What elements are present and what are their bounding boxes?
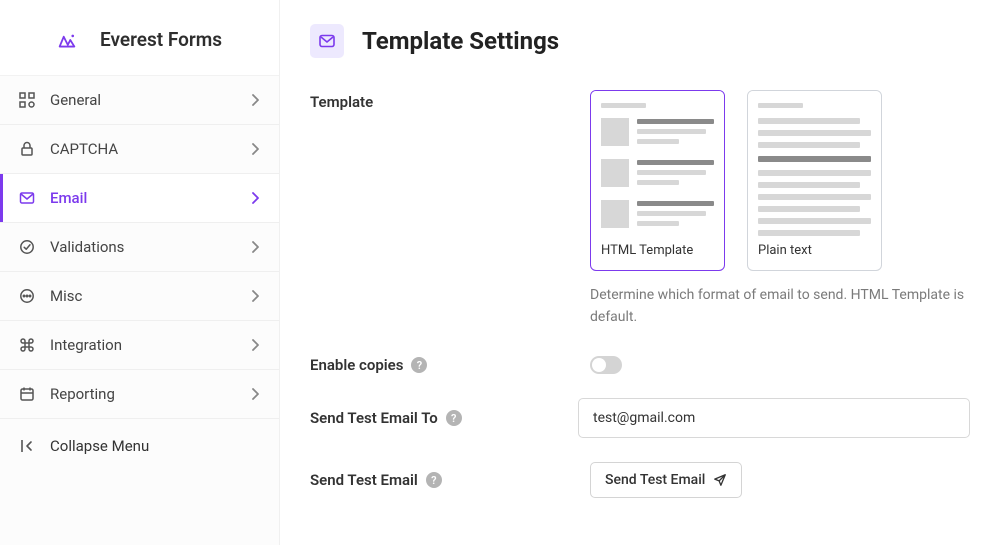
chevron-right-icon [251, 290, 263, 302]
collapse-icon [18, 437, 36, 455]
sidebar-item-integration[interactable]: Integration [0, 321, 279, 370]
help-icon[interactable]: ? [446, 410, 462, 426]
collapse-menu-button[interactable]: Collapse Menu [0, 419, 279, 473]
brand-name: Everest Forms [100, 28, 222, 51]
send-test-email-button[interactable]: Send Test Email [590, 462, 742, 498]
setting-label: Enable copies ? [310, 356, 590, 374]
collapse-menu-label: Collapse Menu [50, 437, 149, 455]
setting-row-send-test: Send Test Email ? Send Test Email [310, 462, 970, 498]
sidebar-item-captcha[interactable]: CAPTCHA [0, 125, 279, 174]
sidebar-item-reporting[interactable]: Reporting [0, 370, 279, 419]
help-icon[interactable]: ? [411, 357, 427, 373]
setting-row-send-test-to: Send Test Email To ? [310, 398, 970, 438]
main-content: Template Settings Template HTML Template [280, 0, 1000, 545]
template-option-html[interactable]: HTML Template [590, 90, 725, 271]
sidebar-nav: General CAPTCHA Email Validations Misc [0, 76, 279, 545]
page-icon-tile [310, 24, 344, 58]
setting-row-enable-copies: Enable copies ? [310, 356, 970, 374]
sidebar: Everest Forms General CAPTCHA Email Vali… [0, 0, 280, 545]
command-icon [18, 336, 36, 354]
chevron-right-icon [251, 94, 263, 106]
chevron-right-icon [251, 241, 263, 253]
dots-icon [18, 287, 36, 305]
check-circle-icon [18, 238, 36, 256]
sidebar-item-label: General [50, 91, 251, 109]
sidebar-item-general[interactable]: General [0, 76, 279, 125]
send-icon [713, 473, 727, 487]
calendar-icon [18, 385, 36, 403]
brand: Everest Forms [0, 0, 279, 76]
button-label: Send Test Email [605, 472, 705, 488]
template-option-plain[interactable]: Plain text [747, 90, 882, 271]
chevron-right-icon [251, 388, 263, 400]
brand-logo-icon [58, 31, 76, 49]
sidebar-item-misc[interactable]: Misc [0, 272, 279, 321]
help-icon[interactable]: ? [426, 472, 442, 488]
page-title: Template Settings [362, 27, 559, 55]
lock-icon [18, 140, 36, 158]
sidebar-item-label: Email [50, 189, 251, 207]
sidebar-item-label: Reporting [50, 385, 251, 403]
template-option-label: Plain text [748, 235, 881, 270]
setting-label-text: Template [310, 93, 373, 111]
mail-icon [318, 32, 336, 50]
setting-description: Determine which format of email to send.… [590, 285, 970, 328]
template-option-label: HTML Template [591, 235, 724, 270]
send-test-email-input[interactable] [578, 398, 970, 438]
chevron-right-icon [251, 192, 263, 204]
sidebar-item-label: Validations [50, 238, 251, 256]
page-header: Template Settings [310, 24, 970, 58]
sidebar-item-label: CAPTCHA [50, 140, 251, 158]
sidebar-item-label: Integration [50, 336, 251, 354]
chevron-right-icon [251, 143, 263, 155]
setting-label-text: Enable copies [310, 356, 403, 374]
sidebar-item-label: Misc [50, 287, 251, 305]
sidebar-item-email[interactable]: Email [0, 174, 279, 223]
setting-label: Send Test Email To ? [310, 409, 578, 427]
setting-label: Send Test Email ? [310, 471, 590, 489]
enable-copies-toggle[interactable] [590, 356, 622, 374]
setting-label: Template [310, 90, 590, 328]
setting-label-text: Send Test Email To [310, 409, 438, 427]
setting-row-template: Template HTML Template [310, 90, 970, 328]
chevron-right-icon [251, 339, 263, 351]
grid-icon [18, 91, 36, 109]
sidebar-item-validations[interactable]: Validations [0, 223, 279, 272]
setting-label-text: Send Test Email [310, 471, 418, 489]
mail-icon [18, 189, 36, 207]
